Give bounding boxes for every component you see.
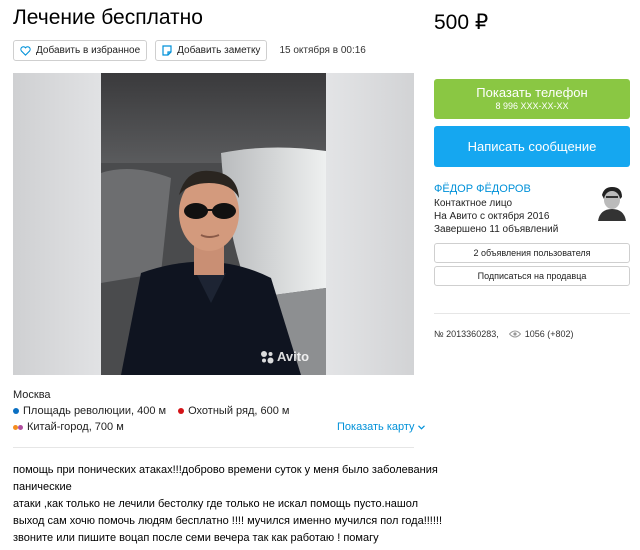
description-line: звоните или пишите воцап после семи вече…: [13, 532, 379, 544]
seller-role: Контактное лицо: [434, 198, 513, 209]
gallery-blur-left: [13, 73, 101, 375]
eye-icon: [508, 330, 521, 338]
show-phone-button[interactable]: Показать телефон 8 996 XXX-XX-XX: [434, 79, 630, 119]
seller-name-link[interactable]: ФЁДОР ФЁДОРОВ: [434, 183, 531, 195]
views-count: 1056 (+802): [524, 329, 574, 339]
description-line: атаки ,как только не лечили бестолку где…: [13, 498, 419, 510]
metro-dot-icon: [18, 424, 23, 430]
show-map-link[interactable]: Показать карту: [337, 421, 425, 433]
description-line: панические: [13, 481, 72, 493]
listing-stats: № 2013360283, 1056 (+802): [434, 329, 574, 339]
description-line: помощь при понических атаках!!!доброво в…: [13, 464, 438, 476]
note-label: Добавить заметку: [177, 45, 261, 56]
metro-row-2: Китай-город, 700 м: [13, 421, 124, 433]
listing-price: 500 ₽: [434, 11, 489, 34]
avito-watermark: Avito: [260, 349, 309, 364]
add-to-favorites-button[interactable]: Добавить в избранное: [13, 40, 148, 61]
description-line: выход сам хочю помочь людям бесплатно !!…: [13, 515, 443, 527]
write-message-button[interactable]: Написать сообщение: [434, 126, 630, 167]
gallery-blur-right: [326, 73, 414, 375]
show-phone-label: Показать телефон: [476, 85, 588, 100]
watermark-text: Avito: [277, 349, 310, 364]
heart-icon: [20, 45, 31, 56]
metro-row-1: Площадь революции, 400 м Охотный ряд, 60…: [13, 405, 289, 417]
favorite-label: Добавить в избранное: [36, 45, 141, 56]
subscribe-button[interactable]: Подписаться на продавца: [434, 266, 630, 286]
listing-title: Лечение бесплатно: [13, 6, 203, 29]
location-city: Москва: [13, 389, 51, 401]
listing-description: помощь при понических атаках!!!доброво в…: [13, 462, 443, 547]
metro-dot-icon: [13, 408, 19, 414]
user-ads-button[interactable]: 2 объявления пользователя: [434, 243, 630, 263]
phone-masked: 8 996 XXX-XX-XX: [495, 101, 569, 111]
metro-dot-icon: [178, 408, 185, 414]
seller-avatar[interactable]: [596, 185, 628, 221]
metro-station: Площадь революции, 400 м: [23, 405, 167, 417]
note-icon: [162, 45, 172, 56]
listing-actions: Добавить в избранное Добавить заметку 15…: [13, 40, 366, 61]
metro-station: Китай-город, 700 м: [27, 421, 124, 433]
divider: [434, 313, 630, 314]
avito-logo-icon: [261, 350, 274, 363]
listing-photo[interactable]: [101, 73, 326, 375]
show-map-label: Показать карту: [337, 421, 415, 433]
seller-completed: Завершено 11 объявлений: [434, 224, 559, 235]
listing-date: 15 октября в 00:16: [279, 45, 366, 56]
photo-gallery[interactable]: Avito: [13, 73, 414, 375]
divider: [13, 447, 414, 448]
chevron-down-icon: [417, 424, 425, 430]
ad-number: № 2013360283,: [434, 329, 499, 339]
seller-since: На Авито с октября 2016: [434, 211, 550, 222]
add-note-button[interactable]: Добавить заметку: [155, 40, 268, 61]
metro-station: Охотный ряд, 600 м: [188, 405, 290, 417]
